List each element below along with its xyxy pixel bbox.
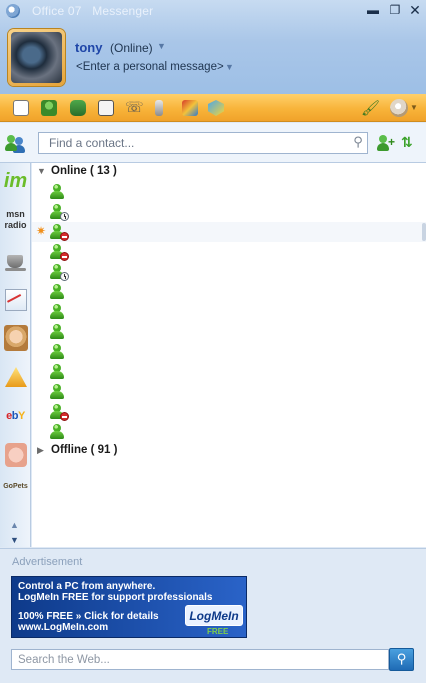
row-highlight (32, 222, 426, 242)
chevron-right-icon: ▶ (37, 445, 44, 455)
group-online-label: Online (51, 165, 87, 177)
advertisement-label: Advertisement (12, 556, 83, 568)
contact-online-icon[interactable] (50, 343, 66, 361)
contact-busy-icon[interactable] (50, 403, 69, 421)
busy-icon (60, 252, 69, 261)
sidebar-coffee-icon[interactable] (2, 244, 29, 277)
maximize-button[interactable]: ❐ (386, 2, 404, 18)
advertisement-area: Advertisement Control a PC from anywhere… (0, 548, 426, 643)
web-search-box (11, 649, 389, 670)
buddy-body (50, 311, 64, 319)
calendar-icon[interactable] (98, 100, 114, 116)
sidebar-msn-radio-icon[interactable]: msn radio (2, 205, 29, 238)
add-contact-plus-icon[interactable]: + (388, 135, 395, 149)
ad-line-2: LogMeIn FREE for support professionals (18, 592, 213, 603)
user-status[interactable]: (Online) (110, 41, 153, 55)
sidebar-im-icon[interactable]: im (2, 166, 29, 199)
buddy-body (50, 351, 64, 359)
status-dropdown-icon[interactable]: ▼ (157, 41, 166, 51)
busy-icon (60, 232, 69, 241)
buddy-body (50, 431, 64, 439)
toolbar: ☏ 🖌 ▼ (0, 94, 426, 122)
sidebar-alert-icon[interactable] (2, 361, 29, 394)
personal-message-dropdown-icon[interactable]: ▼ (225, 62, 234, 72)
app-icon (6, 4, 20, 18)
contact-busy-icon[interactable] (50, 243, 69, 261)
logmein-free-tag: FREE (207, 627, 229, 636)
contact-online-icon[interactable] (50, 363, 66, 381)
sidebar-ebay-icon[interactable]: ebY (2, 400, 29, 433)
buddy-body (50, 371, 64, 379)
group-offline-label: Offline (51, 444, 88, 456)
contact-idle-icon[interactable] (50, 263, 69, 281)
find-contact-box: ⚲ (38, 132, 368, 154)
paintbrush-icon[interactable]: 🖌 (361, 99, 380, 117)
title-bar[interactable]: Office 07 Messenger ▬ ❐ ✕ (0, 0, 426, 22)
advertisement-banner[interactable]: Control a PC from anywhere. LogMeIn FREE… (11, 576, 247, 638)
games-icon[interactable] (70, 100, 86, 116)
star-icon: ✷ (36, 224, 47, 238)
ad-line-4: www.LogMeIn.com (18, 622, 109, 633)
contact-online-icon[interactable] (50, 303, 66, 321)
group-online-count: ( 13 ) (89, 165, 117, 177)
personal-message[interactable]: <Enter a personal message> (76, 61, 224, 73)
web-search-input[interactable] (12, 650, 388, 669)
web-search-row: ⚲ (0, 643, 426, 683)
contact-idle-icon[interactable] (50, 203, 69, 221)
contact-online-icon[interactable] (50, 283, 66, 301)
winamp-icon[interactable] (182, 100, 198, 116)
contact-list: ▼ Online ( 13 ) ✷ ▶ Offline ( 91 ) (32, 163, 426, 547)
sidebar-scroll-down-icon[interactable]: ▼ (10, 535, 19, 545)
shield-icon[interactable] (208, 100, 224, 116)
avatar-image (11, 32, 62, 83)
contact-online-icon[interactable] (50, 183, 66, 201)
close-button[interactable]: ✕ (406, 2, 424, 18)
sort-icon[interactable]: ⇅ (401, 134, 413, 151)
contact-online-icon[interactable] (50, 323, 66, 341)
idle-clock-icon (60, 272, 69, 281)
sidebar-gopets-icon[interactable]: GoPets (2, 478, 29, 511)
sidebar-profile-icon[interactable] (2, 322, 29, 355)
contact-online-icon[interactable] (50, 383, 66, 401)
avatar[interactable] (8, 29, 65, 86)
group-online-header[interactable]: ▼ Online ( 13 ) (37, 165, 117, 183)
buddy-body (50, 391, 64, 399)
menu-dropdown-icon[interactable]: ▼ (410, 103, 418, 112)
logmein-logo: LogMeIn (185, 605, 243, 626)
menu-icon[interactable] (390, 99, 408, 117)
sidebar-stocks-icon[interactable] (2, 283, 29, 316)
group-offline-count: ( 91 ) (90, 444, 118, 456)
window-title-app: Office 07 (32, 4, 82, 18)
mobile-icon[interactable] (155, 100, 163, 116)
contact-busy-icon[interactable] (50, 223, 69, 241)
buddies-icon[interactable] (5, 133, 27, 153)
minimize-button[interactable]: ▬ (364, 2, 382, 18)
ad-line-3: 100% FREE » Click for details (18, 611, 159, 622)
group-offline-header[interactable]: ▶ Offline ( 91 ) (37, 444, 117, 462)
find-contact-input[interactable] (39, 133, 339, 153)
web-search-button[interactable]: ⚲ (389, 648, 414, 671)
ebay-letter-y: Y (18, 410, 25, 422)
email-icon[interactable] (13, 100, 29, 116)
phone-icon[interactable]: ☏ (125, 100, 144, 116)
busy-icon (60, 412, 69, 421)
chevron-down-icon: ▼ (37, 166, 46, 176)
contacts-icon[interactable] (41, 100, 57, 116)
window-title-product: Messenger (92, 4, 154, 18)
sidebar-scroll-up-icon[interactable]: ▲ (10, 520, 19, 530)
scrollbar-thumb[interactable] (422, 223, 426, 241)
contact-search-row: ⚲ + ⇅ (0, 123, 426, 163)
sidebar-baby-icon[interactable] (2, 439, 29, 472)
sidebar: im msn radio ebY GoPets ▲ ▼ (0, 163, 31, 547)
ad-line-1: Control a PC from anywhere. (18, 581, 156, 592)
buddy-body (50, 331, 64, 339)
header: Office 07 Messenger ▬ ❐ ✕ tony (Online) … (0, 0, 426, 94)
buddy-body (50, 291, 64, 299)
idle-clock-icon (60, 212, 69, 221)
contact-online-icon[interactable] (50, 423, 66, 441)
search-icon[interactable]: ⚲ (349, 134, 367, 152)
user-name[interactable]: tony (75, 40, 102, 55)
buddy-body (50, 191, 64, 199)
window-title: Office 07 Messenger (32, 4, 153, 18)
